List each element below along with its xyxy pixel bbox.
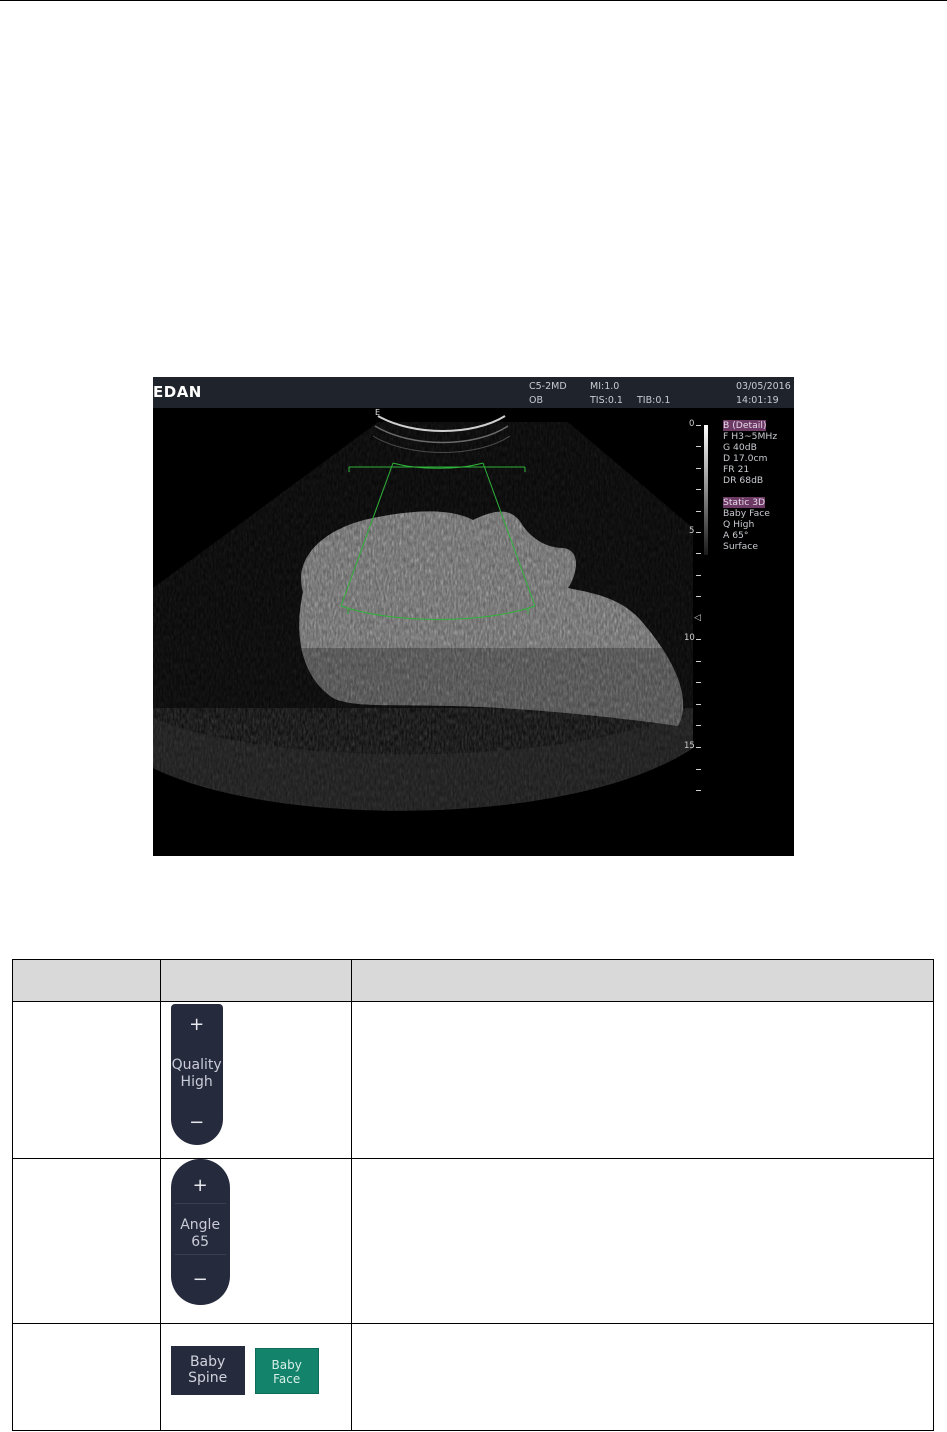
- table-row: Baby Spine Baby Face: [12, 1323, 934, 1431]
- depth-tick: [696, 704, 701, 705]
- table-header-row: [12, 959, 934, 1002]
- minus-icon[interactable]: −: [171, 1269, 230, 1290]
- button-label: Face: [273, 1372, 301, 1386]
- angle-label: Angle: [180, 1217, 221, 1233]
- table-cell: [351, 1001, 934, 1159]
- quality-control[interactable]: + Quality High −: [170, 1004, 223, 1145]
- depth-tick: [696, 747, 701, 748]
- table-cell: + Quality High −: [159, 1001, 353, 1159]
- focus-marker-icon: ◁: [694, 613, 701, 623]
- gain-value: G 40dB: [723, 442, 757, 453]
- divider: [174, 1203, 226, 1204]
- table-cell: [12, 1158, 161, 1324]
- frame-rate-value: FR 21: [723, 464, 750, 475]
- button-label: Baby: [189, 1354, 226, 1370]
- button-label: Baby: [271, 1358, 302, 1372]
- table-cell: [351, 1323, 934, 1431]
- static-3d-label: Static 3D: [723, 497, 766, 508]
- divider: [174, 1254, 226, 1255]
- preset-value: Baby Face: [723, 508, 770, 519]
- exam-type: OB: [529, 395, 543, 406]
- probe-name: C5-2MD: [529, 381, 567, 392]
- parameter-panel: B (Detail) F H3~5MHz G 40dB D 17.0cm FR …: [723, 420, 777, 552]
- tis-index: TIS:0.1: [590, 395, 623, 406]
- depth-tick: [696, 425, 701, 426]
- depth-tick: [696, 575, 701, 576]
- depth-tick: [696, 682, 701, 683]
- plus-icon[interactable]: +: [171, 1175, 230, 1196]
- dynamic-range-value: DR 68dB: [723, 475, 764, 486]
- table-cell: [12, 1323, 161, 1431]
- table-header-cell: [12, 959, 161, 1002]
- table-header-cell: [159, 959, 353, 1002]
- orientation-marker: E: [375, 408, 380, 417]
- depth-label-0: 0: [689, 419, 695, 429]
- quality-value: Q High: [723, 519, 755, 530]
- depth-label-10: 10: [684, 633, 695, 643]
- table-cell: Baby Spine Baby Face: [159, 1323, 353, 1431]
- depth-tick: [696, 639, 701, 640]
- angle-control[interactable]: + Angle 65 −: [170, 1159, 230, 1305]
- table-row: + Angle 65 −: [12, 1158, 934, 1324]
- brand-logo: EDAN: [153, 383, 202, 401]
- gray-scale-bar: [704, 425, 708, 555]
- quality-value-label: High: [180, 1074, 213, 1090]
- ultrasound-screenshot: EDAN C5-2MD OB MI:1.0 TIS:0.1 TIB:0.1 03…: [153, 377, 794, 856]
- sonogram-image: E: [153, 408, 693, 811]
- b-mode-label: B (Detail): [723, 420, 767, 431]
- depth-label-15: 15: [684, 741, 695, 751]
- depth-tick: [696, 661, 701, 662]
- depth-tick: [696, 511, 701, 512]
- exam-date: 03/05/2016: [736, 381, 791, 392]
- baby-face-button[interactable]: Baby Face: [254, 1348, 319, 1394]
- quality-label: Quality: [171, 1057, 222, 1073]
- mi-index: MI:1.0: [590, 381, 620, 392]
- controls-table: + Quality High − + Angle 65 − Baby Spine…: [12, 959, 934, 1431]
- depth-tick: [696, 446, 701, 447]
- preset-button-row: Baby Spine Baby Face: [170, 1346, 352, 1406]
- depth-tick: [696, 769, 701, 770]
- minus-icon[interactable]: −: [171, 1112, 223, 1133]
- table-row: + Quality High −: [12, 1001, 934, 1159]
- depth-tick: [696, 596, 701, 597]
- depth-tick: [696, 468, 701, 469]
- render-value: Surface: [723, 541, 759, 552]
- ultrasound-header: EDAN C5-2MD OB MI:1.0 TIS:0.1 TIB:0.1 03…: [153, 377, 794, 408]
- angle-value: A 65°: [723, 530, 749, 541]
- baby-spine-button[interactable]: Baby Spine: [170, 1346, 245, 1395]
- table-cell: [351, 1158, 934, 1324]
- frequency-value: F H3~5MHz: [723, 431, 778, 442]
- depth-tick: [696, 790, 701, 791]
- plus-icon[interactable]: +: [171, 1014, 223, 1035]
- angle-value-label: 65: [191, 1234, 210, 1250]
- depth-label-5: 5: [689, 526, 695, 536]
- table-cell: + Angle 65 −: [159, 1158, 353, 1324]
- depth-tick: [696, 489, 701, 490]
- tib-index: TIB:0.1: [637, 395, 671, 406]
- depth-tick: [696, 553, 701, 554]
- depth-value: D 17.0cm: [723, 453, 768, 464]
- table-header-cell: [351, 959, 934, 1002]
- table-cell: [12, 1001, 161, 1159]
- depth-tick: [696, 725, 701, 726]
- exam-time: 14:01:19: [736, 395, 779, 406]
- button-label: Spine: [188, 1370, 228, 1386]
- page-top-rule: [0, 0, 947, 1]
- depth-tick: [696, 532, 701, 533]
